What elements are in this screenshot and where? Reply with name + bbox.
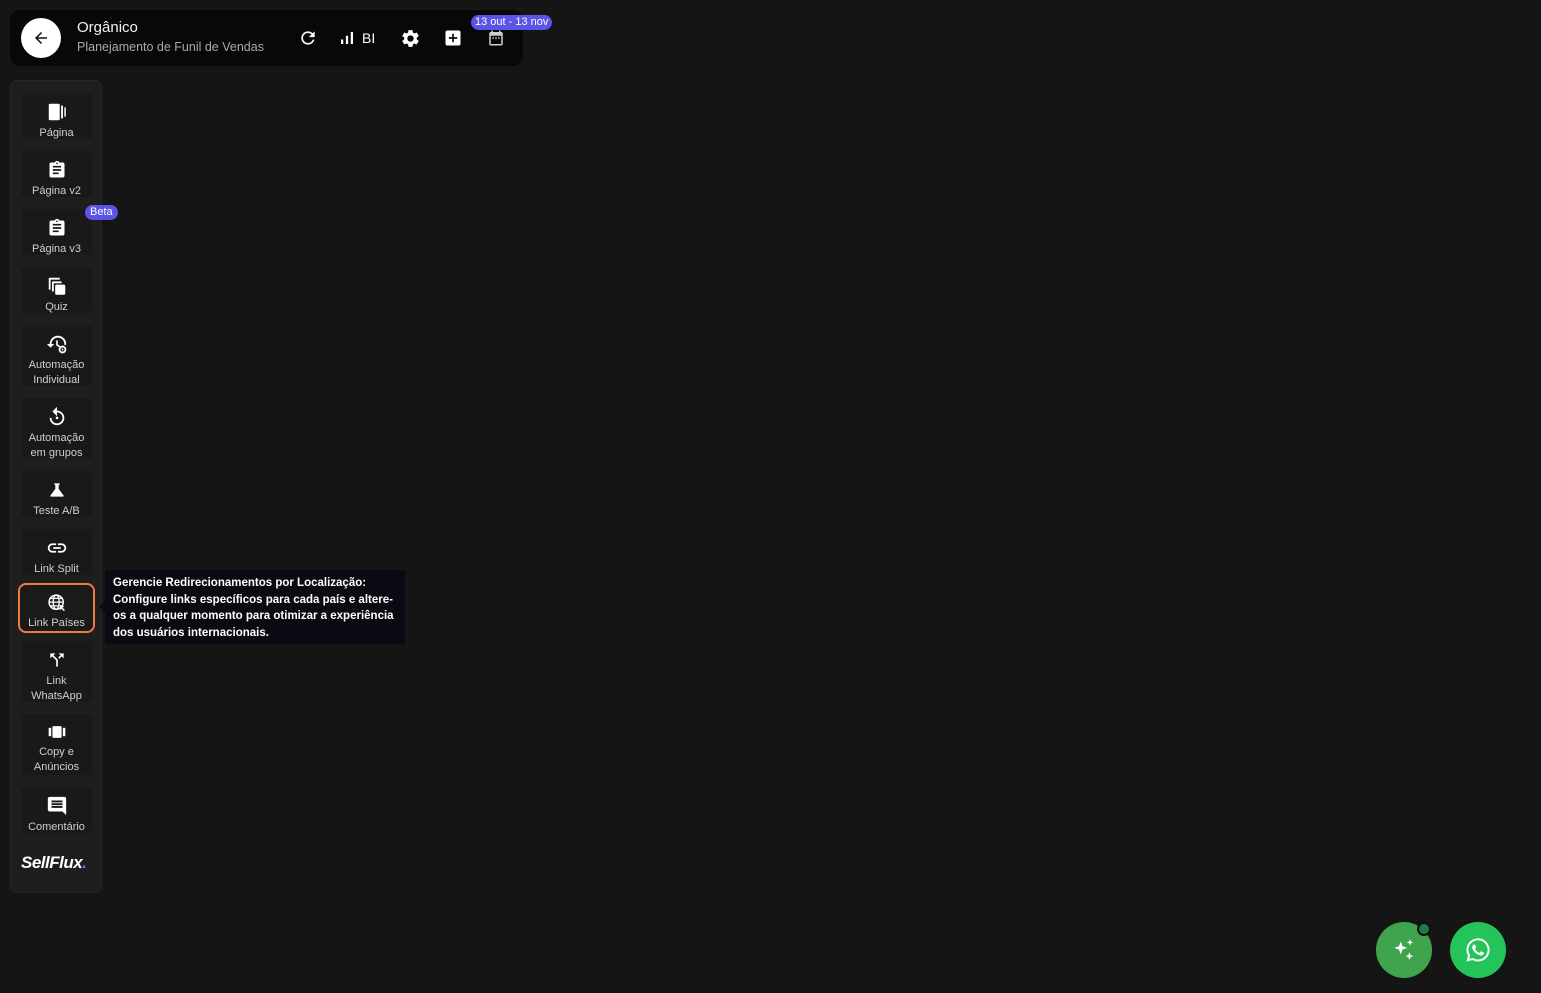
carousel-icon bbox=[48, 726, 65, 738]
tool-link-paises[interactable]: Link Países bbox=[18, 583, 95, 633]
add-button[interactable] bbox=[443, 27, 463, 49]
tool-label: Automação Individual bbox=[28, 359, 85, 386]
title-block: Orgânico Planejamento de Funil de Vendas bbox=[77, 19, 264, 55]
whatsapp-icon bbox=[1466, 938, 1490, 962]
comment-icon bbox=[47, 796, 66, 816]
sparkles-icon bbox=[1394, 939, 1414, 960]
clipboard-icon bbox=[49, 160, 64, 178]
tool-label: Link Split bbox=[34, 563, 79, 575]
tool-pagina-v3[interactable]: Página v3 bbox=[21, 209, 92, 255]
tool-copy-anuncios[interactable]: Copy e Anúncios bbox=[21, 714, 92, 775]
tool-label: Teste A/B bbox=[33, 505, 80, 517]
beta-badge: Beta bbox=[85, 205, 118, 220]
date-range-button[interactable] bbox=[487, 27, 505, 49]
history-gear-icon bbox=[46, 335, 66, 354]
whatsapp-button[interactable] bbox=[1450, 922, 1506, 978]
tool-automacao-grupos[interactable]: Automação em grupos bbox=[21, 398, 92, 459]
refresh-button[interactable] bbox=[298, 27, 318, 49]
tool-label: Link Países bbox=[28, 617, 85, 629]
sellflux-logo: SellFlux. bbox=[21, 853, 87, 872]
link-icon bbox=[47, 543, 66, 553]
globe-icon bbox=[47, 594, 65, 612]
tool-label: Página v2 bbox=[32, 185, 81, 197]
rotate-icon bbox=[49, 406, 64, 426]
tool-teste-ab[interactable]: Teste A/B bbox=[21, 471, 92, 517]
tool-label: Copy e Anúncios bbox=[33, 746, 80, 773]
calendar-icon bbox=[489, 30, 503, 46]
tool-label: Link WhatsApp bbox=[31, 675, 82, 702]
back-arrow-icon bbox=[35, 32, 47, 44]
tool-link-whatsapp[interactable]: Link WhatsApp bbox=[21, 641, 92, 702]
tool-quiz[interactable]: Quiz bbox=[21, 267, 92, 313]
top-bar: Orgânico Planejamento de Funil de Vendas… bbox=[10, 10, 553, 66]
ai-assistant-button[interactable] bbox=[1376, 922, 1432, 978]
bi-button[interactable]: BI bbox=[338, 27, 375, 49]
page-subtitle: Planejamento de Funil de Vendas bbox=[77, 40, 264, 54]
date-range-badge[interactable]: 13 out - 13 nov bbox=[471, 15, 553, 30]
tool-label: Página v3 bbox=[32, 243, 81, 255]
tool-link-split[interactable]: Link Split bbox=[21, 529, 92, 575]
flask-icon bbox=[49, 483, 64, 497]
refresh-icon bbox=[301, 31, 315, 45]
bi-label: BI bbox=[362, 30, 376, 46]
page-title: Orgânico bbox=[77, 19, 138, 36]
tool-label: Quiz bbox=[45, 301, 68, 313]
clipboard-icon bbox=[49, 218, 64, 236]
tool-pagina[interactable]: Página bbox=[21, 93, 92, 139]
page-icon bbox=[48, 103, 66, 121]
tool-pagina-v2[interactable]: Página v2 bbox=[21, 151, 92, 197]
tool-label: Automação em grupos bbox=[28, 432, 85, 459]
tool-automacao-individual[interactable]: Automação Individual bbox=[21, 325, 92, 386]
add-box-icon bbox=[445, 30, 461, 46]
bar-chart-icon bbox=[341, 32, 353, 44]
copy-icon bbox=[48, 277, 65, 295]
link-paises-tooltip: Gerencie Redirecionamentos por Localizaç… bbox=[99, 570, 405, 644]
back-button[interactable] bbox=[21, 18, 61, 58]
tool-label: Comentário bbox=[28, 821, 85, 833]
tool-comentario[interactable]: Comentário bbox=[21, 787, 92, 833]
tool-sidebar: Página Página v2 Página v3 Beta Quiz Aut… bbox=[10, 80, 118, 893]
fork-arrow-icon bbox=[49, 653, 64, 667]
status-dot bbox=[1417, 922, 1431, 936]
gear-icon bbox=[402, 29, 419, 47]
tool-label: Página bbox=[39, 127, 74, 139]
settings-button[interactable] bbox=[400, 27, 421, 49]
